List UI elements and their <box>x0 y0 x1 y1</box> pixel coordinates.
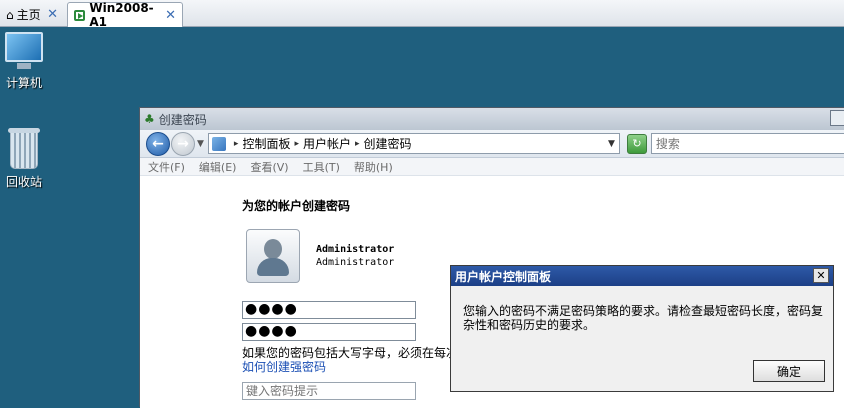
user-icon <box>264 239 282 259</box>
ok-button[interactable]: 确定 <box>753 360 825 382</box>
refresh-button[interactable]: ↻ <box>626 133 647 154</box>
home-icon: ⌂ <box>6 7 14 22</box>
breadcrumb-create-password[interactable]: 创建密码 <box>364 135 412 152</box>
close-icon[interactable]: ✕ <box>47 7 58 22</box>
menu-edit[interactable]: 编辑(E) <box>199 159 237 175</box>
users-icon: ♣ <box>144 112 155 126</box>
user-icon-body <box>257 258 289 276</box>
chevron-right-icon[interactable]: ▸ <box>234 139 239 149</box>
tab-home[interactable]: ⌂ 主页 ✕ <box>0 2 64 27</box>
desktop-icon-label: 计算机 <box>5 76 42 90</box>
chevron-right-icon[interactable]: ▸ <box>294 139 299 149</box>
dialog-titlebar[interactable]: 用户帐户控制面板 <box>451 266 833 286</box>
chevron-down-icon[interactable]: ▼ <box>197 139 204 149</box>
tab-vm[interactable]: Win2008-A1 ✕ <box>67 1 183 29</box>
menu-view[interactable]: 查看(V) <box>250 159 288 175</box>
recycle-bin-icon <box>8 128 40 169</box>
avatar <box>246 229 300 283</box>
menu-help[interactable]: 帮助(H) <box>354 159 393 175</box>
vm-icon <box>74 9 86 21</box>
window-titlebar[interactable]: ♣ 创建密码 <box>140 108 844 130</box>
search-input[interactable] <box>650 133 844 154</box>
page-title: 为您的帐户创建密码 <box>242 199 351 213</box>
desktop-icon-label: 回收站 <box>5 175 42 189</box>
desktop-icon-recycle-bin[interactable]: 回收站 <box>0 128 48 190</box>
close-button[interactable]: ✕ <box>813 268 829 283</box>
user-type: Administrator <box>316 257 395 268</box>
menu-bar: 文件(F) 编辑(E) 查看(V) 工具(T) 帮助(H) <box>140 158 844 176</box>
strong-password-link[interactable]: 如何创建强密码 <box>242 358 326 375</box>
dialog-title: 用户帐户控制面板 <box>455 269 552 284</box>
maximize-button[interactable] <box>830 110 844 126</box>
address-toolbar: ← → ▼ ▸ 控制面板 ▸ 用户帐户 ▸ 创建密码 ▼ ↻ <box>140 130 844 158</box>
back-button[interactable]: ← <box>146 131 170 156</box>
menu-file[interactable]: 文件(F) <box>148 159 185 175</box>
confirm-password-field[interactable]: ●●●● <box>242 323 416 341</box>
tab-vm-label: Win2008-A1 <box>89 1 154 29</box>
close-icon[interactable]: ✕ <box>165 8 176 23</box>
tab-home-label: 主页 <box>16 8 41 22</box>
forward-button[interactable]: → <box>171 131 195 156</box>
address-bar[interactable]: ▸ 控制面板 ▸ 用户帐户 ▸ 创建密码 ▼ <box>207 133 620 154</box>
chevron-right-icon[interactable]: ▸ <box>355 139 360 149</box>
breadcrumb-user-accounts[interactable]: 用户帐户 <box>303 135 351 152</box>
new-password-field[interactable]: ●●●● <box>242 301 416 319</box>
breadcrumb-control-panel[interactable]: 控制面板 <box>242 135 290 152</box>
computer-icon <box>5 32 43 69</box>
menu-tools[interactable]: 工具(T) <box>303 159 340 175</box>
control-panel-icon <box>211 136 226 151</box>
password-hint-input[interactable] <box>242 382 416 400</box>
window-title: 创建密码 <box>158 112 207 127</box>
chevron-down-icon[interactable]: ▼ <box>608 139 615 149</box>
desktop-icon-computer[interactable]: 计算机 <box>0 32 48 91</box>
user-name: Administrator <box>316 244 395 255</box>
error-dialog: 用户帐户控制面板 ✕ 您输入的密码不满足密码策略的要求。请检查最短密码长度，密码… <box>450 265 834 392</box>
dialog-message: 您输入的密码不满足密码策略的要求。请检查最短密码长度，密码复杂性和密码历史的要求… <box>463 304 824 332</box>
host-tab-bar: ⌂ 主页 ✕ Win2008-A1 ✕ <box>0 0 844 29</box>
